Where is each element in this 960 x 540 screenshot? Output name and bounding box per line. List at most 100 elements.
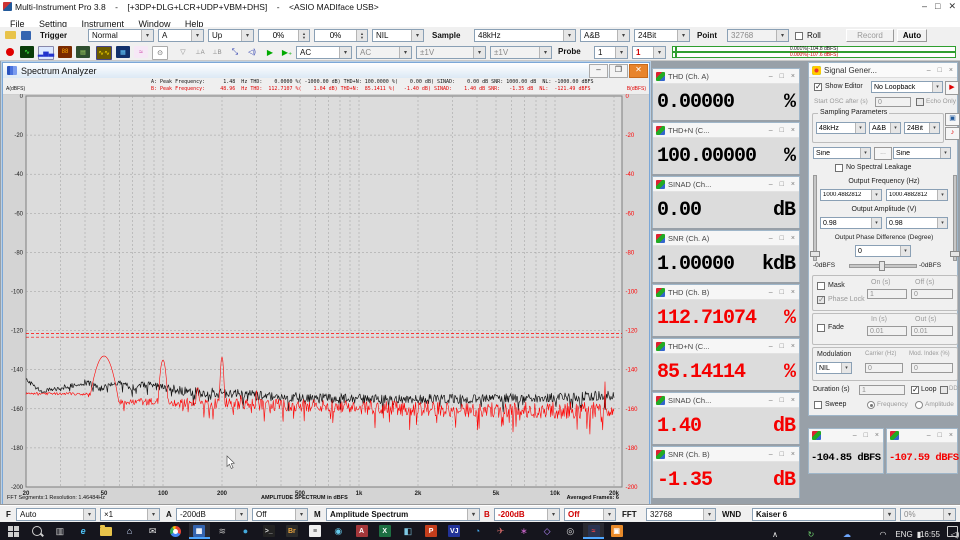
start-button[interactable] xyxy=(3,523,24,539)
meter-titlebar[interactable]: SNR (Ch. B)–□× xyxy=(653,447,799,462)
zoom-select[interactable]: ×1 xyxy=(100,508,160,521)
maximize-icon[interactable]: □ xyxy=(780,397,784,404)
excel-icon[interactable]: X xyxy=(374,523,395,539)
waveform-b-select[interactable]: Sine xyxy=(893,147,951,159)
minimize-icon[interactable]: – xyxy=(769,235,773,242)
channel-select[interactable]: A&B xyxy=(580,29,630,42)
show-editor-checkbox[interactable] xyxy=(814,83,822,91)
chrome-icon[interactable] xyxy=(165,523,186,539)
blue-circle-app-icon[interactable]: ◔ xyxy=(467,523,488,539)
trigger-delay-stepper[interactable]: 0%▲▼ xyxy=(314,29,368,42)
game-compass-icon[interactable]: ◎ xyxy=(560,523,581,539)
phase-select[interactable]: 0 xyxy=(855,245,911,257)
meter-titlebar[interactable]: SINAD (Ch...–□× xyxy=(653,177,799,192)
roll-checkbox[interactable] xyxy=(795,32,803,40)
multi-instrument-icon[interactable]: ≈ xyxy=(583,523,604,539)
maximize-icon[interactable]: □ xyxy=(780,127,784,134)
meter-titlebar[interactable]: THD (Ch. B)–□× xyxy=(653,285,799,300)
close-icon[interactable]: × xyxy=(791,343,795,350)
open-icon[interactable] xyxy=(3,29,17,41)
sound-icon[interactable]: ◁) xyxy=(245,46,259,58)
spectrum-analyzer-icon[interactable]: ▂▅▃ xyxy=(38,46,54,60)
trigger-level-stepper[interactable]: 0%▲▼ xyxy=(258,29,310,42)
meter-titlebar[interactable]: SNR (Ch. A)–□× xyxy=(653,231,799,246)
close-icon[interactable]: × xyxy=(791,397,795,404)
app-titlebar[interactable]: Multi-Instrument Pro 3.8 - [+3DP+DLG+LCR… xyxy=(0,0,960,14)
minimize-icon[interactable]: – xyxy=(769,289,773,296)
siggen-titlebar[interactable]: Signal Gener... –□× xyxy=(809,63,957,78)
meter-titlebar[interactable]: THD (Ch. A)–□× xyxy=(653,69,799,84)
oscilloscope-icon[interactable]: ∿ xyxy=(20,46,34,58)
window-minimize-icon[interactable]: – xyxy=(589,64,608,78)
minimize-icon[interactable]: – xyxy=(769,73,773,80)
balance-slider[interactable] xyxy=(849,261,915,269)
wifi-icon[interactable]: ◠ xyxy=(874,525,892,540)
auto-button[interactable]: Auto xyxy=(897,29,927,42)
notepad-icon[interactable]: ≡ xyxy=(305,523,326,539)
device-analyzer-icon[interactable]: ▤ xyxy=(76,46,90,58)
file-explorer-icon[interactable] xyxy=(96,523,117,539)
data-zoom-icon[interactable]: ⊙ xyxy=(152,46,168,60)
b-off-select[interactable]: Off xyxy=(564,508,616,521)
sweep-checkbox[interactable] xyxy=(814,401,822,409)
multimeter-icon[interactable]: 88 xyxy=(58,46,72,58)
language-indicator[interactable]: ENG xyxy=(892,525,916,540)
siggen-channels-select[interactable]: A&B xyxy=(869,122,901,134)
minimize-icon[interactable]: – xyxy=(769,451,773,458)
close-icon[interactable]: × xyxy=(791,289,795,296)
close-icon[interactable]: × xyxy=(791,451,795,458)
frequency-range-select[interactable]: Auto xyxy=(16,508,96,521)
a-range-select[interactable]: -200dB xyxy=(176,508,248,521)
meter-titlebar[interactable]: SINAD (Ch...–□× xyxy=(653,393,799,408)
photos-icon[interactable]: ◧ xyxy=(397,523,418,539)
mask-checkbox[interactable] xyxy=(817,282,825,290)
fft-size-select[interactable]: 32768 xyxy=(646,508,716,521)
probe-a-select[interactable]: 1 xyxy=(594,46,628,59)
notification-center-icon[interactable] xyxy=(944,522,960,540)
edge-icon[interactable]: e xyxy=(73,523,94,539)
trigger-edge-select[interactable]: Up xyxy=(208,29,254,42)
clock[interactable]: 16:55 xyxy=(916,525,944,540)
siggen-play-icon[interactable]: ▶ xyxy=(945,81,959,95)
siggen-bits-select[interactable]: 24Bit xyxy=(904,122,940,134)
color-app-icon[interactable]: ∗ xyxy=(513,523,534,539)
maximize-icon[interactable]: □ xyxy=(780,181,784,188)
search-icon[interactable] xyxy=(26,523,47,539)
minimize-icon[interactable]: – xyxy=(769,397,773,404)
window-restore-icon[interactable]: ❐ xyxy=(609,64,628,78)
trigger-reject-select[interactable]: NIL xyxy=(372,29,424,42)
spectrum-plot[interactable]: 00-20-20-40-40-60-60-80-80-100-100-120-1… xyxy=(4,94,648,504)
maximize-icon[interactable]: □ xyxy=(935,1,940,12)
access-icon[interactable]: A xyxy=(351,523,372,539)
waveform-a-select[interactable]: Sine xyxy=(813,147,871,159)
terminal-icon[interactable]: >_ xyxy=(258,523,279,539)
swirl-app-icon[interactable]: ◉ xyxy=(328,523,349,539)
globe-app-icon[interactable]: ● xyxy=(235,523,256,539)
mail-icon[interactable]: ✉ xyxy=(142,523,163,539)
maximize-icon[interactable]: □ xyxy=(780,451,784,458)
red-app-icon[interactable]: ✈ xyxy=(490,523,511,539)
window-function-select[interactable]: Kaiser 6 xyxy=(752,508,896,521)
tray-expand-icon[interactable]: ∧ xyxy=(766,525,784,540)
siggen-rate-select[interactable]: 48kHz xyxy=(816,122,866,134)
cloud-icon[interactable]: ☁ xyxy=(838,525,856,540)
bridge-icon[interactable]: Br xyxy=(281,523,302,539)
sync-icon[interactable]: ↻ xyxy=(802,525,820,540)
save-app-icon[interactable]: ▦ xyxy=(189,523,210,539)
amplitude-slider-a[interactable] xyxy=(810,175,818,259)
loop-checkbox[interactable] xyxy=(911,386,919,394)
vj-app-icon[interactable]: VJ xyxy=(444,523,465,539)
probe-b-select[interactable]: 1 xyxy=(632,46,666,59)
maximize-icon[interactable]: □ xyxy=(780,73,784,80)
close-icon[interactable]: × xyxy=(791,235,795,242)
mode-select[interactable]: Amplitude Spectrum xyxy=(326,508,480,521)
maximize-icon[interactable]: □ xyxy=(780,289,784,296)
fade-checkbox[interactable] xyxy=(817,324,825,332)
task-view-icon[interactable]: ▥ xyxy=(49,523,70,539)
frequency-b-select[interactable]: 1000.4882812 xyxy=(886,189,948,201)
coupling-a-select[interactable]: AC xyxy=(296,46,352,59)
record-dot-icon[interactable] xyxy=(3,46,17,58)
run-continuous-icon[interactable]: ▶₊ xyxy=(280,46,294,58)
spectrum-window-titlebar[interactable]: Spectrum Analyzer – ❐ ✕ xyxy=(3,63,649,79)
run-icon[interactable]: ▶ xyxy=(263,46,277,58)
